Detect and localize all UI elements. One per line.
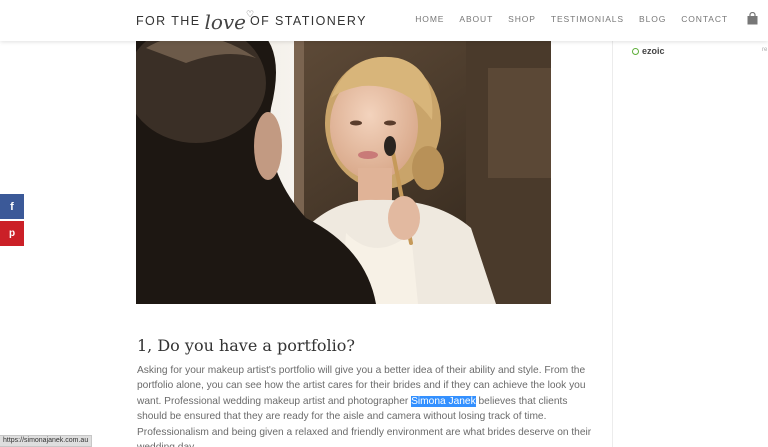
nav-contact[interactable]: CONTACT: [681, 14, 728, 24]
article-heading: 1, Do you have a portfolio?: [137, 336, 355, 355]
site-header: FOR THE love ♡ OF STATIONERY HOME ABOUT S…: [0, 0, 768, 41]
logo-script-word: love ♡: [204, 10, 255, 34]
nav-testimonials[interactable]: TESTIMONIALS: [551, 14, 624, 24]
makeup-photo: [136, 28, 551, 304]
main-nav: HOME ABOUT SHOP TESTIMONIALS BLOG CONTAC…: [415, 14, 728, 24]
facebook-share-button[interactable]: f: [0, 194, 24, 219]
simona-janek-link[interactable]: Simona Janek: [411, 395, 476, 407]
logo-text-left: FOR THE: [136, 14, 201, 28]
logo-text-right: OF STATIONERY: [250, 14, 367, 28]
ezoic-badge[interactable]: ezoic: [632, 46, 665, 56]
nav-about[interactable]: ABOUT: [459, 14, 493, 24]
ezoic-icon: [632, 47, 639, 55]
pinterest-share-button[interactable]: p: [0, 221, 24, 246]
status-bar-url: https://simonajanek.com.au: [0, 435, 93, 447]
nav-blog[interactable]: BLOG: [639, 14, 666, 24]
sidebar-divider: [612, 41, 613, 447]
nav-home[interactable]: HOME: [415, 14, 444, 24]
shopping-bag-icon[interactable]: [746, 12, 759, 25]
article-hero-image: [136, 28, 551, 304]
ezoic-label: ezoic: [642, 46, 665, 56]
site-logo[interactable]: FOR THE love ♡ OF STATIONERY: [136, 6, 367, 36]
nav-shop[interactable]: SHOP: [508, 14, 536, 24]
pinterest-icon: p: [8, 228, 16, 239]
heart-icon: ♡: [245, 10, 255, 20]
article-paragraph: Asking for your makeup artist's portfoli…: [137, 363, 597, 447]
sidebar-text-fragment: re: [762, 47, 768, 53]
facebook-icon: f: [10, 200, 14, 213]
